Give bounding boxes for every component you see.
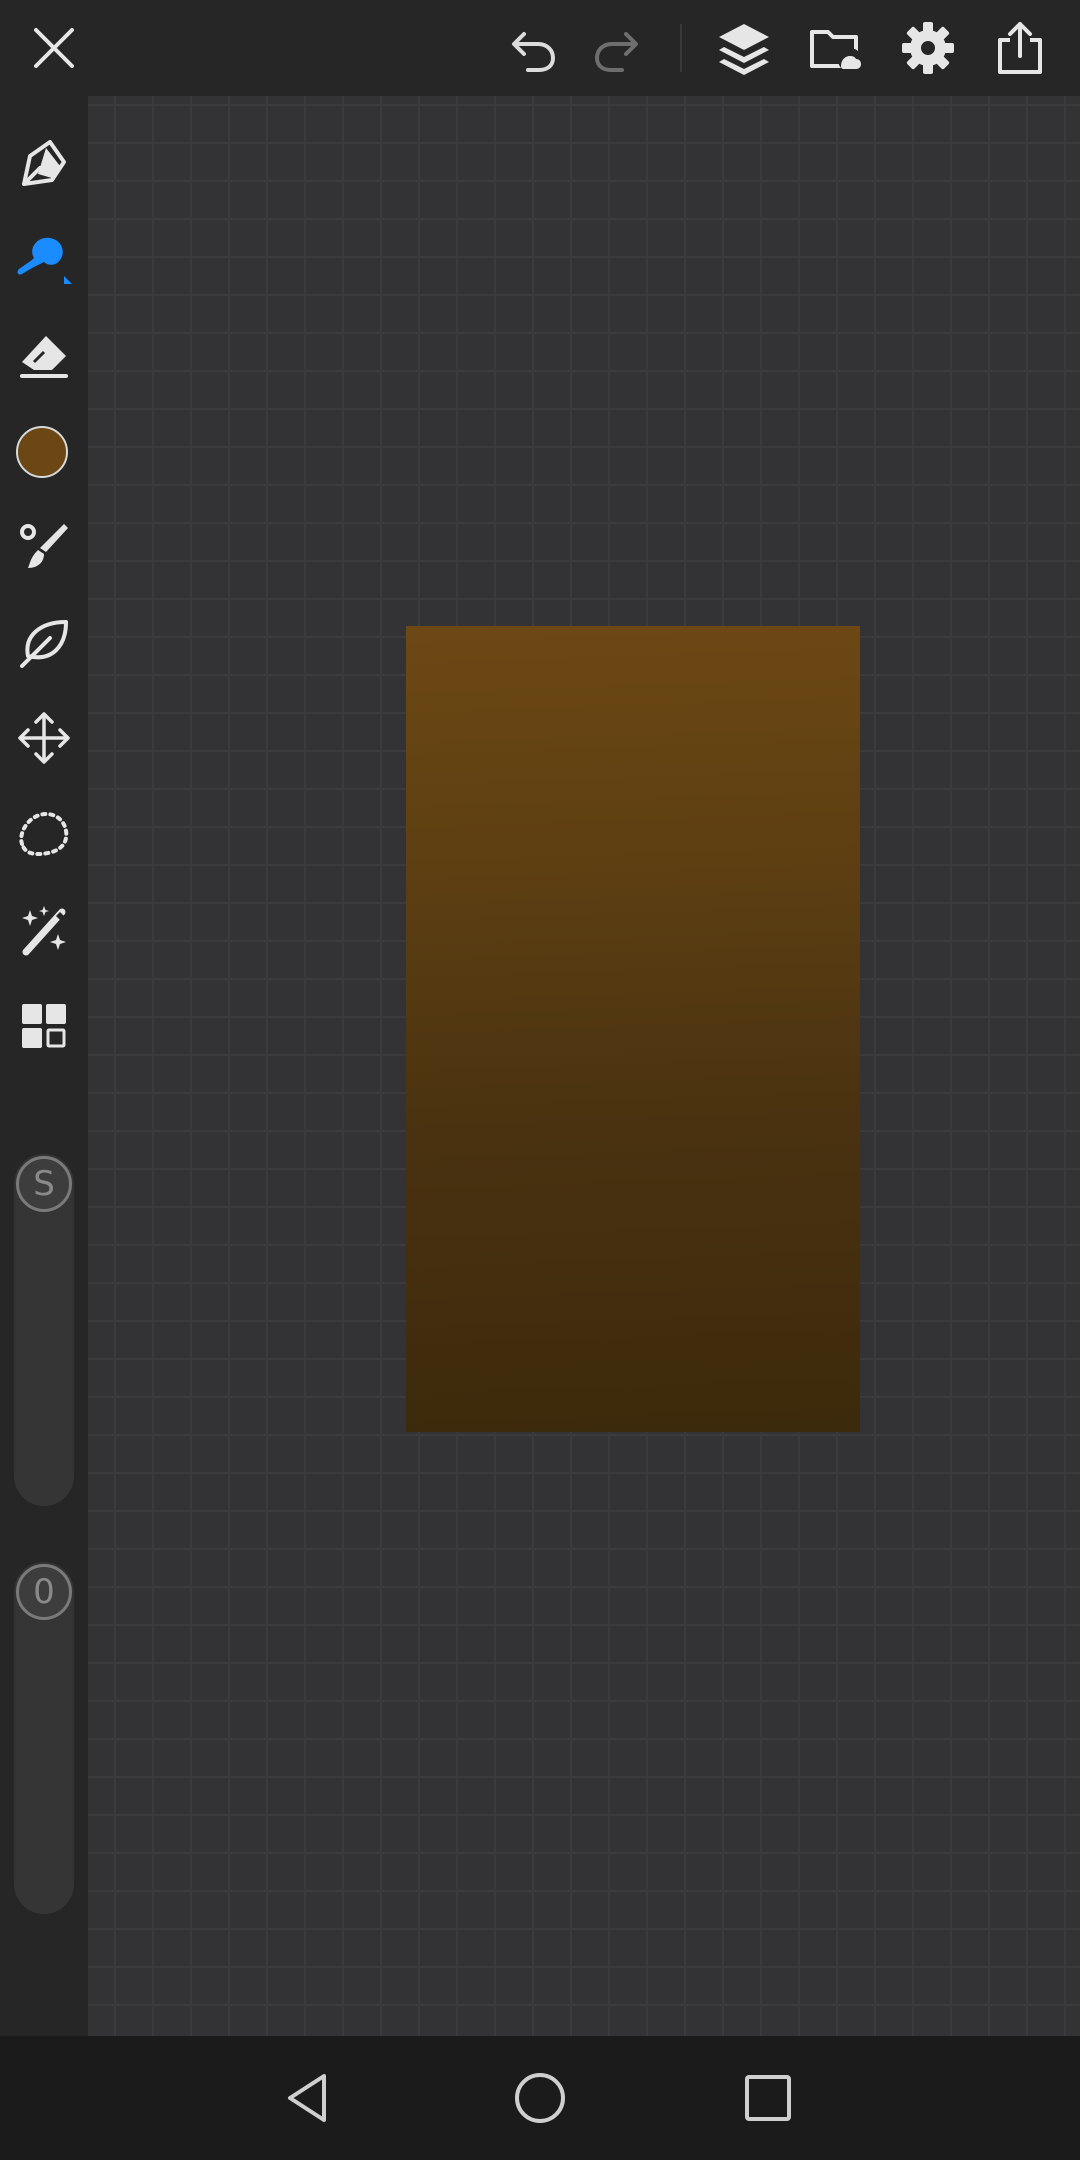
redo-icon [588,20,644,76]
lasso-icon [14,804,74,864]
back-button[interactable] [272,2062,344,2134]
smudge-brush-icon [14,228,74,288]
layers-button[interactable] [708,12,780,84]
redo-button[interactable] [580,12,652,84]
leaf-brush-tool[interactable] [8,606,80,678]
gallery-button[interactable] [800,12,872,84]
size-slider-label[interactable]: S [16,1156,72,1212]
back-icon [280,2070,336,2126]
recents-button[interactable] [732,2062,804,2134]
top-toolbar [0,0,1080,96]
magic-wand-tool[interactable] [8,894,80,966]
settings-button[interactable] [892,12,964,84]
brush-size-slider[interactable]: S [14,1154,74,1506]
paint-brush-icon [16,518,72,574]
settings-icon [900,20,956,76]
pen-icon [16,134,72,190]
eraser-icon [16,326,72,382]
pen-tool[interactable] [8,126,80,198]
share-button[interactable] [984,12,1056,84]
color-swatch[interactable] [16,426,68,478]
smudge-tool[interactable] [8,222,80,294]
canvas-artwork[interactable] [406,626,860,1432]
toolbar-divider [680,24,682,72]
home-button[interactable] [504,2062,576,2134]
drawing-canvas[interactable] [88,96,1080,2036]
recents-icon [740,2070,796,2126]
lasso-tool[interactable] [8,798,80,870]
eraser-tool[interactable] [8,318,80,390]
share-icon [992,20,1048,76]
leaf-brush-icon [16,614,72,670]
undo-icon [506,20,562,76]
magic-wand-icon [16,902,72,958]
undo-button[interactable] [498,12,570,84]
grid-icon [16,998,72,1054]
close-button[interactable] [18,12,90,84]
layers-icon [716,20,772,76]
close-icon [30,24,78,72]
opacity-slider-label[interactable]: 0 [16,1564,72,1620]
move-tool[interactable] [8,702,80,774]
gallery-icon [808,20,864,76]
system-nav-bar [0,2036,1080,2160]
opacity-slider[interactable]: 0 [14,1562,74,1914]
tool-sidebar: S 0 [0,96,88,2036]
home-icon [512,2070,568,2126]
brush-tool[interactable] [8,510,80,582]
move-icon [16,710,72,766]
grid-tool[interactable] [8,990,80,1062]
